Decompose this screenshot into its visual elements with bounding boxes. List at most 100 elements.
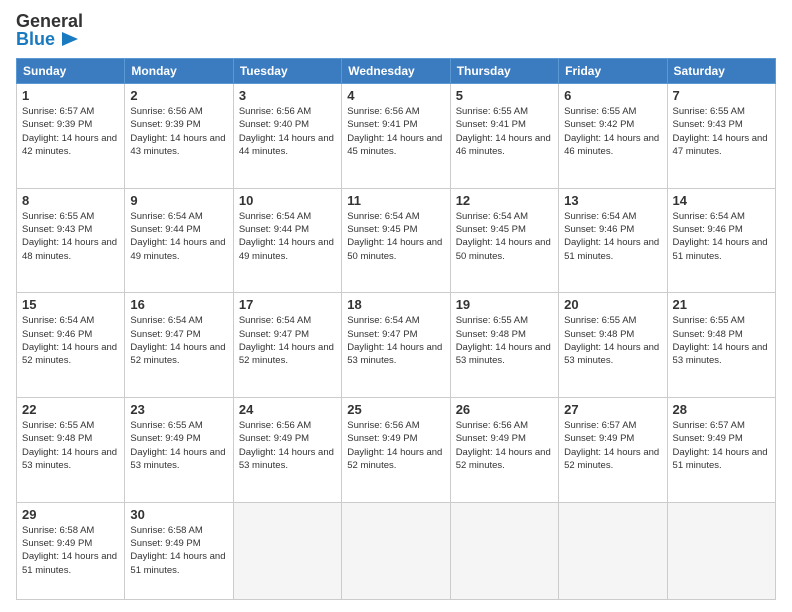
day-info: Sunrise: 6:55 AM Sunset: 9:48 PM Dayligh… — [673, 314, 770, 367]
day-info: Sunrise: 6:56 AM Sunset: 9:49 PM Dayligh… — [239, 419, 336, 472]
day-info: Sunrise: 6:54 AM Sunset: 9:44 PM Dayligh… — [239, 210, 336, 263]
day-info: Sunrise: 6:57 AM Sunset: 9:49 PM Dayligh… — [673, 419, 770, 472]
day-number: 17 — [239, 297, 336, 312]
table-row: 14 Sunrise: 6:54 AM Sunset: 9:46 PM Dayl… — [667, 188, 775, 293]
table-row — [450, 502, 558, 599]
day-number: 18 — [347, 297, 444, 312]
day-info: Sunrise: 6:58 AM Sunset: 9:49 PM Dayligh… — [130, 524, 227, 577]
day-info: Sunrise: 6:55 AM Sunset: 9:48 PM Dayligh… — [456, 314, 553, 367]
table-row: 3 Sunrise: 6:56 AM Sunset: 9:40 PM Dayli… — [233, 84, 341, 189]
day-info: Sunrise: 6:57 AM Sunset: 9:49 PM Dayligh… — [564, 419, 661, 472]
day-info: Sunrise: 6:55 AM Sunset: 9:48 PM Dayligh… — [564, 314, 661, 367]
table-row: 8 Sunrise: 6:55 AM Sunset: 9:43 PM Dayli… — [17, 188, 125, 293]
logo-general: General — [16, 12, 83, 30]
day-number: 20 — [564, 297, 661, 312]
table-row — [233, 502, 341, 599]
day-number: 28 — [673, 402, 770, 417]
day-number: 4 — [347, 88, 444, 103]
table-row: 16 Sunrise: 6:54 AM Sunset: 9:47 PM Dayl… — [125, 293, 233, 398]
day-info: Sunrise: 6:54 AM Sunset: 9:45 PM Dayligh… — [456, 210, 553, 263]
header: General Blue — [16, 12, 776, 48]
table-row: 5 Sunrise: 6:55 AM Sunset: 9:41 PM Dayli… — [450, 84, 558, 189]
table-row: 6 Sunrise: 6:55 AM Sunset: 9:42 PM Dayli… — [559, 84, 667, 189]
day-info: Sunrise: 6:54 AM Sunset: 9:46 PM Dayligh… — [564, 210, 661, 263]
day-number: 27 — [564, 402, 661, 417]
day-info: Sunrise: 6:56 AM Sunset: 9:39 PM Dayligh… — [130, 105, 227, 158]
day-info: Sunrise: 6:56 AM Sunset: 9:49 PM Dayligh… — [347, 419, 444, 472]
logo-icon: General Blue — [16, 12, 83, 48]
day-number: 14 — [673, 193, 770, 208]
day-info: Sunrise: 6:58 AM Sunset: 9:49 PM Dayligh… — [22, 524, 119, 577]
day-info: Sunrise: 6:55 AM Sunset: 9:43 PM Dayligh… — [673, 105, 770, 158]
column-header-tuesday: Tuesday — [233, 59, 341, 84]
column-header-monday: Monday — [125, 59, 233, 84]
table-row: 2 Sunrise: 6:56 AM Sunset: 9:39 PM Dayli… — [125, 84, 233, 189]
day-info: Sunrise: 6:54 AM Sunset: 9:46 PM Dayligh… — [22, 314, 119, 367]
day-number: 6 — [564, 88, 661, 103]
day-info: Sunrise: 6:55 AM Sunset: 9:41 PM Dayligh… — [456, 105, 553, 158]
day-number: 21 — [673, 297, 770, 312]
table-row: 21 Sunrise: 6:55 AM Sunset: 9:48 PM Dayl… — [667, 293, 775, 398]
day-number: 30 — [130, 507, 227, 522]
table-row: 25 Sunrise: 6:56 AM Sunset: 9:49 PM Dayl… — [342, 397, 450, 502]
day-number: 11 — [347, 193, 444, 208]
day-number: 26 — [456, 402, 553, 417]
day-info: Sunrise: 6:57 AM Sunset: 9:39 PM Dayligh… — [22, 105, 119, 158]
day-info: Sunrise: 6:55 AM Sunset: 9:49 PM Dayligh… — [130, 419, 227, 472]
table-row — [667, 502, 775, 599]
day-info: Sunrise: 6:55 AM Sunset: 9:48 PM Dayligh… — [22, 419, 119, 472]
table-row: 24 Sunrise: 6:56 AM Sunset: 9:49 PM Dayl… — [233, 397, 341, 502]
day-info: Sunrise: 6:56 AM Sunset: 9:49 PM Dayligh… — [456, 419, 553, 472]
day-number: 1 — [22, 88, 119, 103]
table-row: 22 Sunrise: 6:55 AM Sunset: 9:48 PM Dayl… — [17, 397, 125, 502]
day-number: 5 — [456, 88, 553, 103]
page: General Blue SundayMondayTuesdayWednesda… — [0, 0, 792, 612]
table-row: 4 Sunrise: 6:56 AM Sunset: 9:41 PM Dayli… — [342, 84, 450, 189]
day-number: 29 — [22, 507, 119, 522]
column-header-thursday: Thursday — [450, 59, 558, 84]
day-number: 15 — [22, 297, 119, 312]
day-number: 2 — [130, 88, 227, 103]
day-number: 25 — [347, 402, 444, 417]
day-info: Sunrise: 6:55 AM Sunset: 9:43 PM Dayligh… — [22, 210, 119, 263]
day-number: 19 — [456, 297, 553, 312]
day-info: Sunrise: 6:54 AM Sunset: 9:47 PM Dayligh… — [347, 314, 444, 367]
table-row: 13 Sunrise: 6:54 AM Sunset: 9:46 PM Dayl… — [559, 188, 667, 293]
table-row: 15 Sunrise: 6:54 AM Sunset: 9:46 PM Dayl… — [17, 293, 125, 398]
day-number: 3 — [239, 88, 336, 103]
logo-blue: Blue — [16, 30, 83, 48]
table-row: 30 Sunrise: 6:58 AM Sunset: 9:49 PM Dayl… — [125, 502, 233, 599]
day-number: 22 — [22, 402, 119, 417]
day-number: 24 — [239, 402, 336, 417]
day-number: 8 — [22, 193, 119, 208]
table-row: 27 Sunrise: 6:57 AM Sunset: 9:49 PM Dayl… — [559, 397, 667, 502]
table-row — [559, 502, 667, 599]
column-header-friday: Friday — [559, 59, 667, 84]
day-info: Sunrise: 6:54 AM Sunset: 9:47 PM Dayligh… — [239, 314, 336, 367]
day-info: Sunrise: 6:56 AM Sunset: 9:41 PM Dayligh… — [347, 105, 444, 158]
column-header-sunday: Sunday — [17, 59, 125, 84]
day-number: 13 — [564, 193, 661, 208]
day-number: 7 — [673, 88, 770, 103]
table-row: 20 Sunrise: 6:55 AM Sunset: 9:48 PM Dayl… — [559, 293, 667, 398]
table-row: 29 Sunrise: 6:58 AM Sunset: 9:49 PM Dayl… — [17, 502, 125, 599]
calendar-table: SundayMondayTuesdayWednesdayThursdayFrid… — [16, 58, 776, 600]
table-row: 11 Sunrise: 6:54 AM Sunset: 9:45 PM Dayl… — [342, 188, 450, 293]
day-info: Sunrise: 6:54 AM Sunset: 9:45 PM Dayligh… — [347, 210, 444, 263]
table-row: 10 Sunrise: 6:54 AM Sunset: 9:44 PM Dayl… — [233, 188, 341, 293]
table-row: 26 Sunrise: 6:56 AM Sunset: 9:49 PM Dayl… — [450, 397, 558, 502]
day-number: 10 — [239, 193, 336, 208]
table-row — [342, 502, 450, 599]
column-header-wednesday: Wednesday — [342, 59, 450, 84]
logo: General Blue — [16, 12, 83, 48]
table-row: 23 Sunrise: 6:55 AM Sunset: 9:49 PM Dayl… — [125, 397, 233, 502]
table-row: 17 Sunrise: 6:54 AM Sunset: 9:47 PM Dayl… — [233, 293, 341, 398]
table-row: 28 Sunrise: 6:57 AM Sunset: 9:49 PM Dayl… — [667, 397, 775, 502]
day-info: Sunrise: 6:54 AM Sunset: 9:46 PM Dayligh… — [673, 210, 770, 263]
table-row: 9 Sunrise: 6:54 AM Sunset: 9:44 PM Dayli… — [125, 188, 233, 293]
column-header-saturday: Saturday — [667, 59, 775, 84]
table-row: 19 Sunrise: 6:55 AM Sunset: 9:48 PM Dayl… — [450, 293, 558, 398]
table-row: 18 Sunrise: 6:54 AM Sunset: 9:47 PM Dayl… — [342, 293, 450, 398]
day-number: 16 — [130, 297, 227, 312]
day-number: 23 — [130, 402, 227, 417]
